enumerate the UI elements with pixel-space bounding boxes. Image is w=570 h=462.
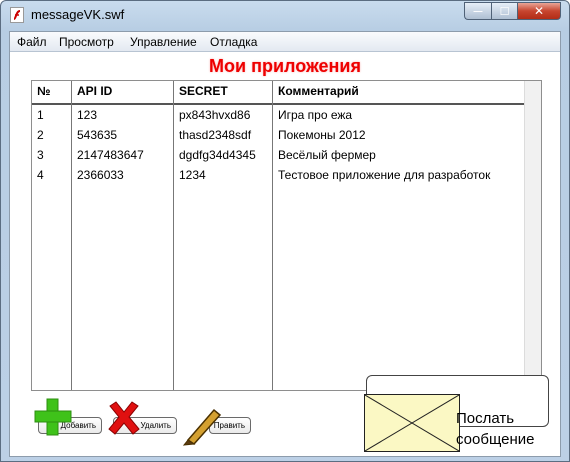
cell-api-id: 2147483647 bbox=[77, 148, 144, 162]
table-scrollbar[interactable] bbox=[524, 81, 541, 390]
column-header-secret[interactable]: SECRET bbox=[179, 84, 228, 98]
cell-comment: Игра про ежа bbox=[278, 108, 353, 122]
cell-number: 4 bbox=[37, 168, 44, 182]
column-header-comment[interactable]: Комментарий bbox=[278, 84, 359, 98]
apps-table[interactable]: № API ID SECRET Комментарий 1 123 px843h… bbox=[31, 80, 542, 391]
cell-comment: Тестовое приложение для разработок bbox=[278, 168, 491, 182]
table-row[interactable]: 1 123 px843hvxd86 Игра про ежа bbox=[32, 105, 525, 125]
table-row[interactable]: 4 2366033 1234 Тестовое приложение для р… bbox=[32, 165, 525, 185]
window-title: messageVK.swf bbox=[31, 7, 125, 22]
maximize-button[interactable]: ☐ bbox=[491, 2, 517, 20]
cell-number: 2 bbox=[37, 128, 44, 142]
send-message-label: Послать сообщение bbox=[456, 408, 534, 450]
cell-secret: dgdfg34d4345 bbox=[179, 148, 256, 162]
page-title: Мои приложения bbox=[209, 56, 361, 76]
x-cross-icon[interactable] bbox=[106, 400, 142, 436]
content-area: Файл Просмотр Управление Отладка Мои при… bbox=[9, 31, 561, 457]
cell-secret: 1234 bbox=[179, 168, 206, 182]
plus-icon[interactable] bbox=[32, 396, 74, 438]
cell-api-id: 543635 bbox=[77, 128, 118, 142]
menu-file[interactable]: Файл bbox=[17, 35, 47, 49]
minimize-button[interactable]: — bbox=[464, 2, 491, 20]
cell-number: 1 bbox=[37, 108, 44, 122]
cell-comment: Покемоны 2012 bbox=[278, 128, 366, 142]
close-icon: ✕ bbox=[533, 4, 545, 18]
cell-secret: px843hvxd86 bbox=[179, 108, 251, 122]
minimize-icon: — bbox=[473, 6, 483, 16]
menu-bar: Файл Просмотр Управление Отладка bbox=[10, 32, 560, 52]
close-button[interactable]: ✕ bbox=[517, 2, 561, 20]
cell-api-id: 2366033 bbox=[77, 168, 124, 182]
pencil-icon[interactable] bbox=[180, 404, 224, 446]
table-row[interactable]: 2 543635 thasd2348sdf Покемоны 2012 bbox=[32, 125, 525, 145]
table-row[interactable]: 3 2147483647 dgdfg34d4345 Весёлый фермер bbox=[32, 145, 525, 165]
menu-debug[interactable]: Отладка bbox=[210, 35, 257, 49]
delete-button-label: Удалить bbox=[140, 421, 171, 430]
menu-control[interactable]: Управление bbox=[130, 35, 197, 49]
app-window: messageVK.swf — ☐ ✕ Файл Просмотр Управл… bbox=[0, 0, 570, 462]
cell-comment: Весёлый фермер bbox=[278, 148, 376, 162]
flash-app-icon bbox=[10, 7, 24, 23]
cell-secret: thasd2348sdf bbox=[179, 128, 252, 142]
envelope-icon[interactable] bbox=[364, 394, 460, 452]
send-label-line1: Послать bbox=[456, 410, 515, 427]
table-header: № API ID SECRET Комментарий bbox=[32, 81, 525, 105]
title-bar[interactable]: messageVK.swf — ☐ ✕ bbox=[1, 1, 569, 29]
window-controls: — ☐ ✕ bbox=[464, 2, 561, 21]
column-header-number[interactable]: № bbox=[37, 84, 50, 98]
cell-number: 3 bbox=[37, 148, 44, 162]
cell-api-id: 123 bbox=[77, 108, 98, 122]
menu-view[interactable]: Просмотр bbox=[59, 35, 114, 49]
send-label-line2: сообщение bbox=[456, 431, 535, 448]
maximize-icon: ☐ bbox=[499, 5, 510, 18]
column-header-api-id[interactable]: API ID bbox=[77, 84, 112, 98]
